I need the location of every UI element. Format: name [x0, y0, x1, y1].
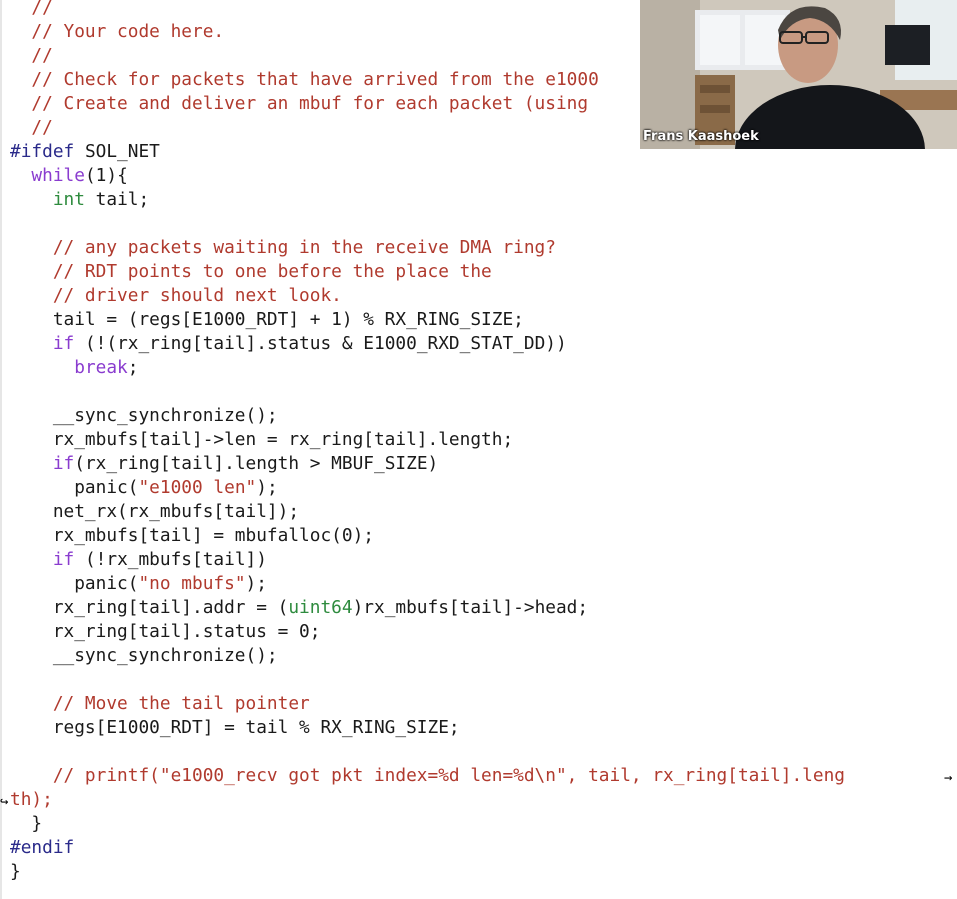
code-token-keyword: if — [52, 333, 75, 354]
code-line: // RDT points to one before the place th… — [10, 260, 492, 284]
code-line: tail = (regs[E1000_RDT] + 1) % RX_RING_S… — [10, 308, 524, 332]
code-token-plain: rx_mbufs[tail]->len = rx_ring[tail].leng… — [10, 429, 514, 450]
code-token-plain: (rx_ring[tail].length > MBUF_SIZE) — [74, 453, 439, 474]
code-token-plain: regs[E1000_RDT] = tail % RX_RING_SIZE; — [10, 717, 460, 738]
code-token-keyword: while — [31, 165, 85, 186]
code-line: // — [10, 0, 53, 20]
code-token-plain: tail; — [84, 189, 150, 210]
code-token-comment: // printf("e1000_recv got pkt index=%d l… — [10, 765, 846, 786]
code-token-plain: panic( — [10, 573, 139, 594]
code-token-comment: // Create and deliver an mbuf for each p… — [10, 93, 589, 114]
code-line: // Create and deliver an mbuf for each p… — [10, 92, 588, 116]
participant-name-label: Frans Kaashoek — [643, 129, 759, 144]
code-token-plain: tail = (regs[E1000_RDT] + 1) % RX_RING_S… — [10, 309, 524, 330]
code-token-comment: // driver should next look. — [10, 285, 342, 306]
code-line: th); — [10, 788, 53, 812]
code-line: // — [10, 116, 53, 140]
code-line: // printf("e1000_recv got pkt index=%d l… — [10, 764, 845, 788]
code-line: regs[E1000_RDT] = tail % RX_RING_SIZE; — [10, 716, 460, 740]
code-token-plain: (!rx_mbufs[tail]) — [74, 549, 267, 570]
code-token-plain: __sync_synchronize(); — [10, 645, 278, 666]
code-line: if (!rx_mbufs[tail]) — [10, 548, 267, 572]
code-line: rx_mbufs[tail]->len = rx_ring[tail].leng… — [10, 428, 513, 452]
code-token-pre: #endif — [10, 837, 75, 858]
code-line: } — [10, 812, 42, 836]
code-token-plain: rx_ring[tail].status = 0; — [10, 621, 321, 642]
code-line: __sync_synchronize(); — [10, 644, 278, 668]
code-line: rx_mbufs[tail] = mbufalloc(0); — [10, 524, 374, 548]
line-wrap-marker-start: ↪ — [0, 794, 9, 810]
code-token-plain: rx_ring[tail].addr = ( — [10, 597, 289, 618]
code-line: // driver should next look. — [10, 284, 342, 308]
code-token-plain: ; — [127, 357, 139, 378]
code-line: // any packets waiting in the receive DM… — [10, 236, 556, 260]
code-token-keyword: if — [52, 453, 75, 474]
code-token-plain: SOL_NET — [74, 141, 160, 162]
code-token-comment: // Move the tail pointer — [10, 693, 310, 714]
code-line: rx_ring[tail].addr = (uint64)rx_mbufs[ta… — [10, 596, 588, 620]
code-token-comment: // any packets waiting in the receive DM… — [10, 237, 556, 258]
code-token-comment: // — [10, 45, 53, 66]
code-token-plain: } — [10, 861, 21, 882]
code-token-plain: )rx_mbufs[tail]->head; — [352, 597, 589, 618]
participant-video-feed — [640, 0, 957, 149]
code-token-string: "e1000 len" — [138, 477, 257, 498]
code-token-keyword: if — [52, 549, 75, 570]
code-line: #ifdef SOL_NET — [10, 140, 160, 164]
code-line: // Your code here. — [10, 20, 224, 44]
code-token-keyword: break — [74, 357, 128, 378]
code-line: rx_ring[tail].status = 0; — [10, 620, 321, 644]
code-line: __sync_synchronize(); — [10, 404, 278, 428]
code-token-type: int — [52, 189, 85, 210]
code-line: // Move the tail pointer — [10, 692, 310, 716]
code-token-string: "no mbufs" — [138, 573, 246, 594]
code-line: net_rx(rx_mbufs[tail]); — [10, 500, 299, 524]
code-token-plain: panic( — [10, 477, 139, 498]
code-token-comment: // Check for packets that have arrived f… — [10, 69, 599, 90]
code-token-comment: // Your code here. — [10, 21, 225, 42]
participant-video-tile[interactable]: Frans Kaashoek — [640, 0, 957, 149]
code-token-comment: // — [10, 117, 53, 138]
code-token-comment: th); — [10, 789, 53, 810]
editor-left-border — [0, 0, 2, 899]
code-line: int tail; — [10, 188, 149, 212]
code-line: break; — [10, 356, 138, 380]
code-line: // Check for packets that have arrived f… — [10, 68, 599, 92]
code-line: #endif — [10, 836, 74, 860]
code-token-plain: } — [10, 813, 43, 834]
code-line: } — [10, 860, 21, 884]
code-token-type: uint64 — [288, 597, 353, 618]
code-line: panic("no mbufs"); — [10, 572, 267, 596]
code-token-plain: __sync_synchronize(); — [10, 405, 278, 426]
code-token-plain: ); — [245, 573, 267, 594]
code-line: if (!(rx_ring[tail].status & E1000_RXD_S… — [10, 332, 567, 356]
code-token-plain: (!(rx_ring[tail].status & E1000_RXD_STAT… — [74, 333, 567, 354]
code-line: while(1){ — [10, 164, 128, 188]
code-token-plain: net_rx(rx_mbufs[tail]); — [10, 501, 300, 522]
code-token-plain: (1){ — [84, 165, 128, 186]
code-token-pre: #ifdef — [10, 141, 75, 162]
code-token-comment: // RDT points to one before the place th… — [10, 261, 492, 282]
code-token-plain: rx_mbufs[tail] = mbufalloc(0); — [10, 525, 374, 546]
code-token-plain: ); — [256, 477, 278, 498]
line-wrap-marker-end: → — [944, 770, 953, 786]
code-line: panic("e1000 len"); — [10, 476, 278, 500]
code-token-comment: // — [10, 0, 53, 18]
code-line: if(rx_ring[tail].length > MBUF_SIZE) — [10, 452, 438, 476]
code-line: // — [10, 44, 53, 68]
